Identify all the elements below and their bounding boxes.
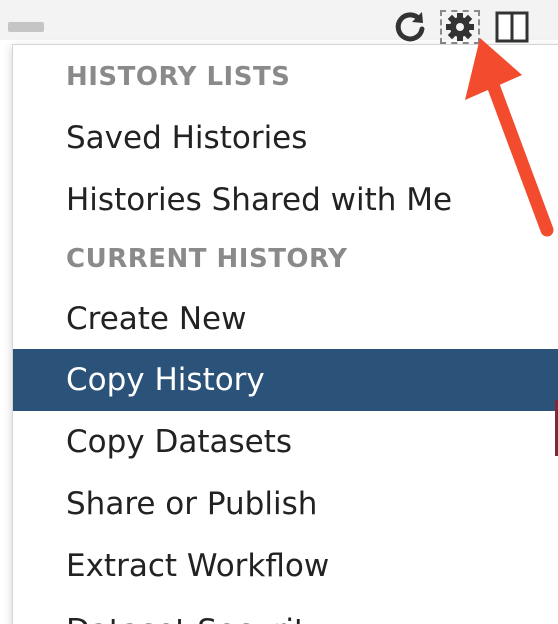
menu-header-history-lists: HISTORY LISTS xyxy=(66,62,291,92)
menu-item-saved-histories[interactable]: Saved Histories xyxy=(13,107,558,169)
menu-item-share-or-publish[interactable]: Share or Publish xyxy=(13,473,558,535)
menu-item-extract-workflow[interactable]: Extract Workflow xyxy=(13,535,558,597)
gear-icon-svg xyxy=(446,13,474,41)
menu-item-dataset-security[interactable]: Dataset Security xyxy=(13,607,558,624)
menu-header-current-history: CURRENT HISTORY xyxy=(66,244,348,274)
columns-icon-svg xyxy=(495,11,529,43)
history-name-fragment xyxy=(8,22,44,32)
refresh-icon-svg xyxy=(395,12,425,42)
menu-item-histories-shared[interactable]: Histories Shared with Me xyxy=(13,169,558,231)
screenshot-stage: HISTORY LISTS Saved Histories Histories … xyxy=(0,0,558,624)
menu-item-copy-history[interactable]: Copy History xyxy=(13,349,558,411)
refresh-icon[interactable] xyxy=(392,10,428,44)
menu-item-create-new[interactable]: Create New xyxy=(13,288,558,350)
columns-icon[interactable] xyxy=(494,10,530,44)
menu-item-copy-datasets[interactable]: Copy Datasets xyxy=(13,411,558,473)
history-toolbar xyxy=(0,0,558,44)
history-options-menu: HISTORY LISTS Saved Histories Histories … xyxy=(12,44,558,624)
gear-icon[interactable] xyxy=(440,10,480,44)
